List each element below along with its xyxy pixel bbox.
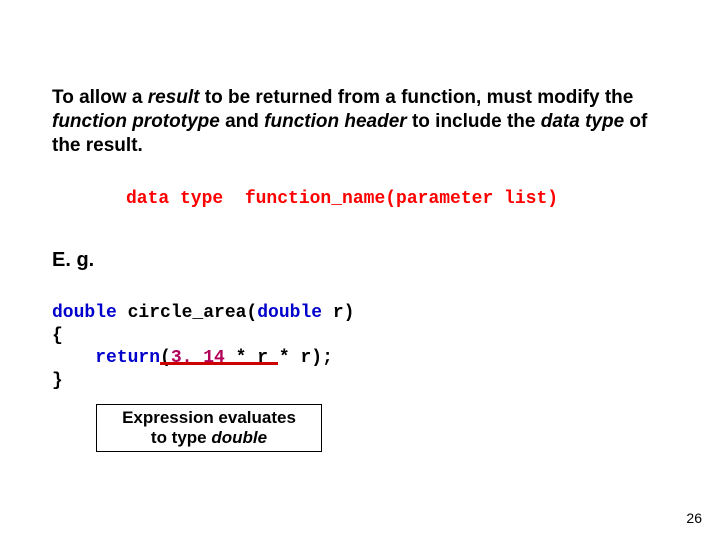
note-line1: Expression evaluates — [122, 408, 296, 427]
para-t4: function prototype — [52, 111, 220, 132]
para-t6: function header — [264, 111, 407, 132]
underline-annotation — [160, 362, 278, 365]
indent — [52, 348, 95, 368]
code-block: double circle_area(double r) { return(3.… — [52, 302, 668, 392]
para-t8: data type — [541, 111, 624, 132]
page-number: 26 — [686, 510, 702, 526]
para-t2: result — [148, 87, 200, 108]
para-t3: to be returned from a function, must mod… — [199, 87, 633, 108]
kw-double-1: double — [52, 303, 117, 323]
note-line2a: to type — [151, 428, 211, 447]
code-rest: * r * r); — [225, 348, 333, 368]
para-t7: to include the — [407, 111, 541, 132]
kw-double-2: double — [257, 303, 322, 323]
kw-return: return — [95, 348, 160, 368]
para-t1: To allow a — [52, 87, 148, 108]
intro-paragraph: To allow a result to be returned from a … — [52, 86, 668, 157]
brace-close: } — [52, 371, 63, 391]
syntax-line: data type function_name(parameter list) — [126, 189, 668, 209]
brace-open: { — [52, 326, 63, 346]
note-box: Expression evaluates to type double — [96, 404, 322, 452]
code-fn: circle_area( — [117, 303, 257, 323]
example-label: E. g. — [52, 249, 668, 272]
note-line2b: double — [211, 428, 267, 447]
literal-pi: 3. 14 — [171, 348, 225, 368]
open-paren: ( — [160, 348, 171, 368]
code-param: r) — [322, 303, 354, 323]
para-t5: and — [220, 111, 264, 132]
